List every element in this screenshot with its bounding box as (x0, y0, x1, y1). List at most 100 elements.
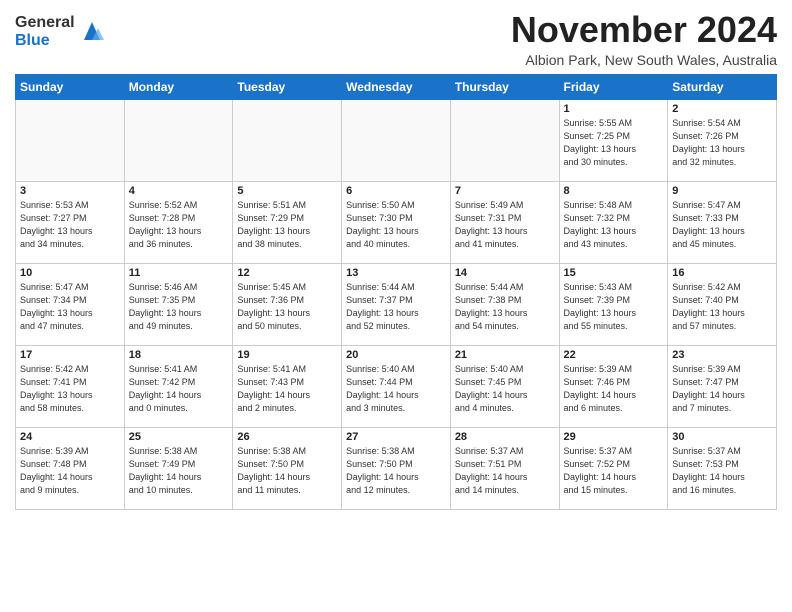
calendar-cell: 12 Sunrise: 5:45 AM Sunset: 7:36 PM Dayli… (233, 263, 342, 345)
day-number: 23 (672, 349, 772, 361)
week-row-5: 24 Sunrise: 5:39 AM Sunset: 7:48 PM Dayli… (16, 427, 777, 509)
day-info: Sunrise: 5:40 AM Sunset: 7:45 PM Dayligh… (455, 363, 555, 415)
day-number: 12 (237, 267, 337, 279)
calendar-cell: 27 Sunrise: 5:38 AM Sunset: 7:50 PM Dayli… (342, 427, 451, 509)
day-number: 14 (455, 267, 555, 279)
calendar-cell: 10 Sunrise: 5:47 AM Sunset: 7:34 PM Dayli… (16, 263, 125, 345)
day-number: 20 (346, 349, 446, 361)
day-number: 8 (564, 185, 664, 197)
calendar-cell: 18Sunrise: 5:41 AM Sunset: 7:42 PM Dayli… (124, 345, 233, 427)
calendar-cell: 21 Sunrise: 5:40 AM Sunset: 7:45 PM Dayli… (450, 345, 559, 427)
day-info: Sunrise: 5:44 AM Sunset: 7:38 PM Dayligh… (455, 281, 555, 333)
day-info: Sunrise: 5:38 AM Sunset: 7:50 PM Dayligh… (346, 445, 446, 497)
day-number: 7 (455, 185, 555, 197)
logo-icon (78, 18, 106, 46)
day-number: 29 (564, 431, 664, 443)
logo-text: General Blue (15, 14, 75, 49)
calendar-cell: 6 Sunrise: 5:50 AM Sunset: 7:30 PM Daylig… (342, 181, 451, 263)
logo-general: General (15, 14, 75, 32)
day-info: Sunrise: 5:51 AM Sunset: 7:29 PM Dayligh… (237, 199, 337, 251)
calendar-cell (16, 99, 125, 181)
day-number: 15 (564, 267, 664, 279)
day-number: 11 (129, 267, 229, 279)
calendar-cell: 29 Sunrise: 5:37 AM Sunset: 7:52 PM Dayli… (559, 427, 668, 509)
location: Albion Park, New South Wales, Australia (511, 52, 777, 68)
calendar-cell: 14 Sunrise: 5:44 AM Sunset: 7:38 PM Dayli… (450, 263, 559, 345)
weekday-header-row: SundayMondayTuesdayWednesdayThursdayFrid… (16, 74, 777, 99)
week-row-3: 10 Sunrise: 5:47 AM Sunset: 7:34 PM Dayli… (16, 263, 777, 345)
calendar-cell: 15 Sunrise: 5:43 AM Sunset: 7:39 PM Dayli… (559, 263, 668, 345)
calendar-cell: 23 Sunrise: 5:39 AM Sunset: 7:47 PM Dayli… (668, 345, 777, 427)
day-info: Sunrise: 5:52 AM Sunset: 7:28 PM Dayligh… (129, 199, 229, 251)
calendar-cell: 16 Sunrise: 5:42 AM Sunset: 7:40 PM Dayli… (668, 263, 777, 345)
calendar-cell: 3Sunrise: 5:53 AM Sunset: 7:27 PM Daylig… (16, 181, 125, 263)
calendar-cell (342, 99, 451, 181)
day-info: Sunrise: 5:39 AM Sunset: 7:47 PM Dayligh… (672, 363, 772, 415)
calendar-cell: 13 Sunrise: 5:44 AM Sunset: 7:37 PM Dayli… (342, 263, 451, 345)
day-number: 17 (20, 349, 120, 361)
calendar-cell: 7 Sunrise: 5:49 AM Sunset: 7:31 PM Daylig… (450, 181, 559, 263)
day-info: Sunrise: 5:44 AM Sunset: 7:37 PM Dayligh… (346, 281, 446, 333)
calendar-cell: 9Sunrise: 5:47 AM Sunset: 7:33 PM Daylig… (668, 181, 777, 263)
day-info: Sunrise: 5:47 AM Sunset: 7:34 PM Dayligh… (20, 281, 120, 333)
day-number: 27 (346, 431, 446, 443)
day-number: 30 (672, 431, 772, 443)
calendar-cell (450, 99, 559, 181)
day-number: 16 (672, 267, 772, 279)
day-info: Sunrise: 5:55 AM Sunset: 7:25 PM Dayligh… (564, 117, 664, 169)
calendar-cell: 19 Sunrise: 5:41 AM Sunset: 7:43 PM Dayli… (233, 345, 342, 427)
day-info: Sunrise: 5:54 AM Sunset: 7:26 PM Dayligh… (672, 117, 772, 169)
day-number: 19 (237, 349, 337, 361)
day-number: 21 (455, 349, 555, 361)
calendar-cell: 4Sunrise: 5:52 AM Sunset: 7:28 PM Daylig… (124, 181, 233, 263)
day-info: Sunrise: 5:41 AM Sunset: 7:43 PM Dayligh… (237, 363, 337, 415)
day-number: 2 (672, 103, 772, 115)
day-number: 13 (346, 267, 446, 279)
day-info: Sunrise: 5:39 AM Sunset: 7:48 PM Dayligh… (20, 445, 120, 497)
day-info: Sunrise: 5:50 AM Sunset: 7:30 PM Dayligh… (346, 199, 446, 251)
day-number: 22 (564, 349, 664, 361)
calendar-cell: 20 Sunrise: 5:40 AM Sunset: 7:44 PM Dayli… (342, 345, 451, 427)
day-number: 10 (20, 267, 120, 279)
day-info: Sunrise: 5:46 AM Sunset: 7:35 PM Dayligh… (129, 281, 229, 333)
weekday-header-thursday: Thursday (450, 74, 559, 99)
day-number: 1 (564, 103, 664, 115)
logo: General Blue (15, 14, 106, 49)
weekday-header-monday: Monday (124, 74, 233, 99)
day-info: Sunrise: 5:40 AM Sunset: 7:44 PM Dayligh… (346, 363, 446, 415)
logo-blue: Blue (15, 32, 75, 50)
header: General Blue November 2024 Albion Park, … (15, 10, 777, 68)
day-info: Sunrise: 5:38 AM Sunset: 7:50 PM Dayligh… (237, 445, 337, 497)
calendar-cell: 2 Sunrise: 5:54 AM Sunset: 7:26 PM Daylig… (668, 99, 777, 181)
day-info: Sunrise: 5:49 AM Sunset: 7:31 PM Dayligh… (455, 199, 555, 251)
day-info: Sunrise: 5:38 AM Sunset: 7:49 PM Dayligh… (129, 445, 229, 497)
day-number: 6 (346, 185, 446, 197)
day-info: Sunrise: 5:53 AM Sunset: 7:27 PM Dayligh… (20, 199, 120, 251)
day-number: 24 (20, 431, 120, 443)
day-info: Sunrise: 5:37 AM Sunset: 7:51 PM Dayligh… (455, 445, 555, 497)
week-row-2: 3Sunrise: 5:53 AM Sunset: 7:27 PM Daylig… (16, 181, 777, 263)
calendar-cell: 30 Sunrise: 5:37 AM Sunset: 7:53 PM Dayli… (668, 427, 777, 509)
month-title: November 2024 (511, 10, 777, 50)
week-row-1: 1 Sunrise: 5:55 AM Sunset: 7:25 PM Daylig… (16, 99, 777, 181)
week-row-4: 17Sunrise: 5:42 AM Sunset: 7:41 PM Dayli… (16, 345, 777, 427)
day-info: Sunrise: 5:37 AM Sunset: 7:53 PM Dayligh… (672, 445, 772, 497)
calendar-cell (124, 99, 233, 181)
day-number: 25 (129, 431, 229, 443)
weekday-header-sunday: Sunday (16, 74, 125, 99)
calendar: SundayMondayTuesdayWednesdayThursdayFrid… (15, 74, 777, 510)
calendar-cell: 28Sunrise: 5:37 AM Sunset: 7:51 PM Dayli… (450, 427, 559, 509)
calendar-cell: 22 Sunrise: 5:39 AM Sunset: 7:46 PM Dayli… (559, 345, 668, 427)
day-number: 18 (129, 349, 229, 361)
day-info: Sunrise: 5:45 AM Sunset: 7:36 PM Dayligh… (237, 281, 337, 333)
weekday-header-saturday: Saturday (668, 74, 777, 99)
calendar-cell: 24 Sunrise: 5:39 AM Sunset: 7:48 PM Dayli… (16, 427, 125, 509)
day-info: Sunrise: 5:39 AM Sunset: 7:46 PM Dayligh… (564, 363, 664, 415)
day-info: Sunrise: 5:48 AM Sunset: 7:32 PM Dayligh… (564, 199, 664, 251)
day-info: Sunrise: 5:37 AM Sunset: 7:52 PM Dayligh… (564, 445, 664, 497)
day-info: Sunrise: 5:43 AM Sunset: 7:39 PM Dayligh… (564, 281, 664, 333)
calendar-cell: 11 Sunrise: 5:46 AM Sunset: 7:35 PM Dayli… (124, 263, 233, 345)
day-info: Sunrise: 5:42 AM Sunset: 7:40 PM Dayligh… (672, 281, 772, 333)
calendar-cell: 25 Sunrise: 5:38 AM Sunset: 7:49 PM Dayli… (124, 427, 233, 509)
calendar-cell: 1 Sunrise: 5:55 AM Sunset: 7:25 PM Daylig… (559, 99, 668, 181)
